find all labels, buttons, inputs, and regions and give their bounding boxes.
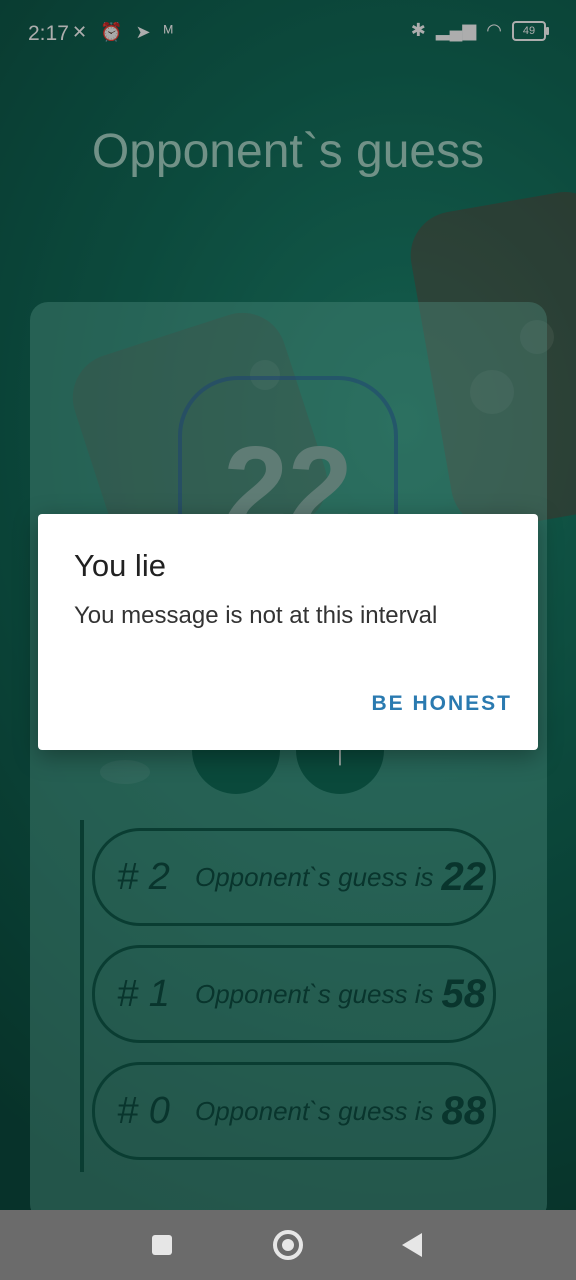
navigation-bar [0, 1210, 576, 1280]
home-icon [273, 1230, 303, 1260]
dialog-message: You message is not at this interval [74, 602, 438, 629]
dialog-title: You lie [74, 548, 166, 583]
alert-dialog: You lie You message is not at this inter… [38, 514, 538, 750]
back-icon [402, 1233, 422, 1257]
home-button[interactable] [248, 1210, 328, 1280]
recent-apps-icon [152, 1235, 172, 1255]
be-honest-button[interactable]: BE HONEST [371, 692, 512, 716]
recent-apps-button[interactable] [122, 1210, 202, 1280]
back-button[interactable] [372, 1210, 452, 1280]
